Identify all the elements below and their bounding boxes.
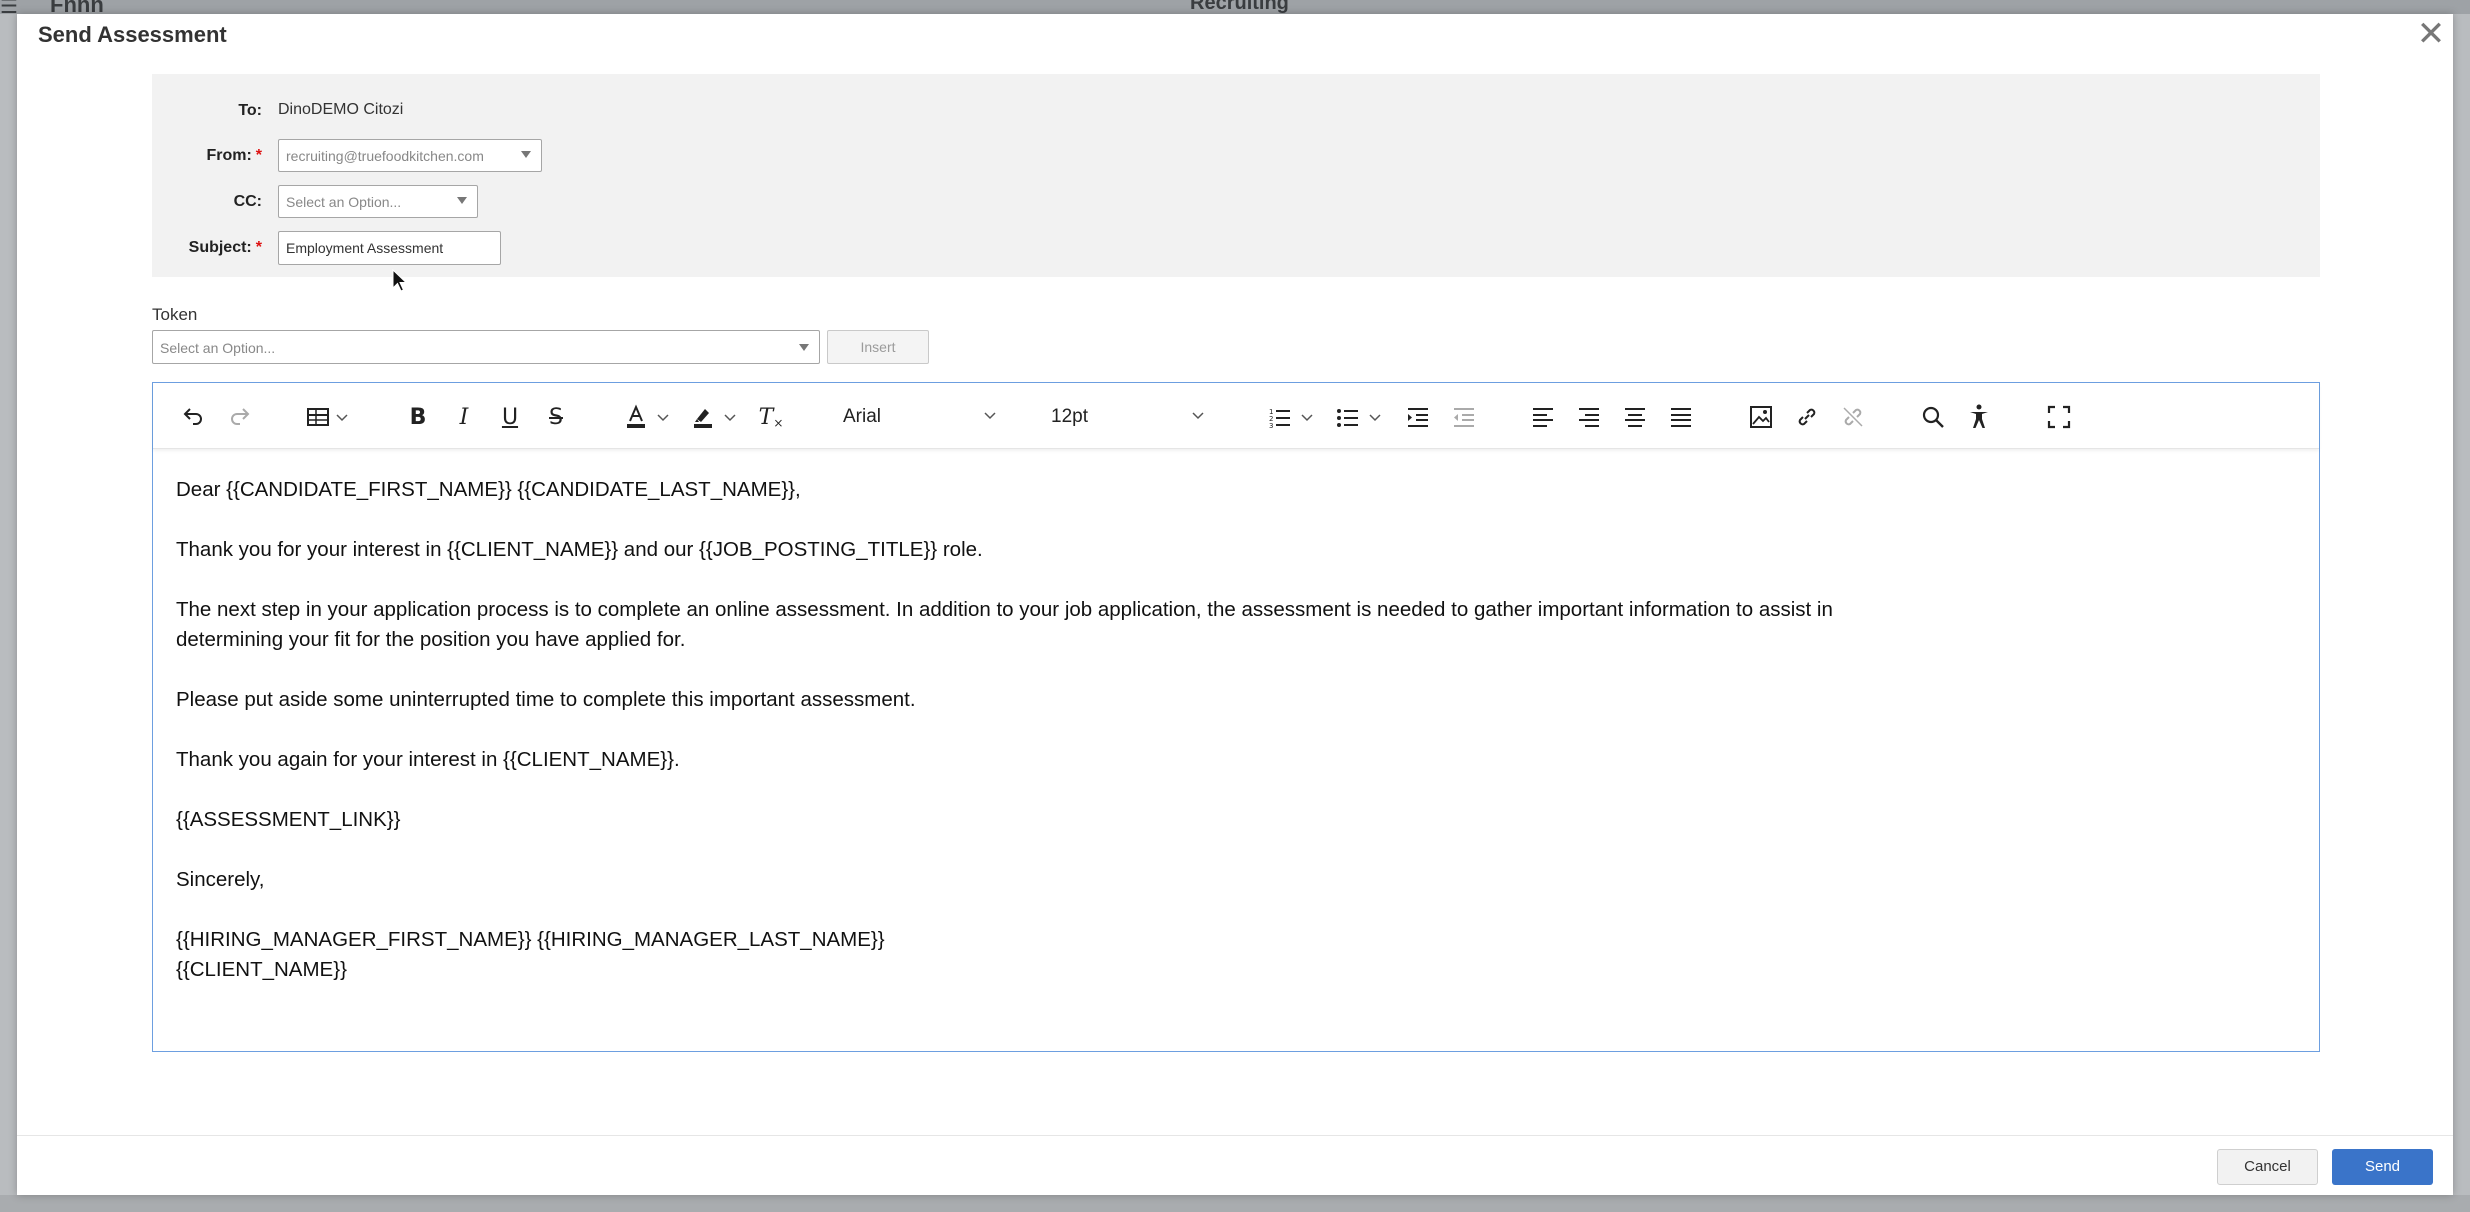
send-button[interactable]: Send — [2332, 1149, 2433, 1185]
align-left-icon[interactable] — [1528, 403, 1558, 431]
cc-row: CC: Select an Option... — [152, 185, 1052, 219]
token-select[interactable]: Select an Option... — [152, 330, 820, 364]
strikethrough-icon[interactable]: S — [541, 403, 571, 431]
accessibility-icon[interactable] — [1964, 403, 1994, 431]
modal-header: Send Assessment ✕ — [17, 14, 2453, 58]
mouse-cursor-icon — [392, 269, 408, 292]
align-center-icon[interactable] — [1620, 403, 1650, 431]
font-family-select[interactable]: Arial — [833, 401, 1003, 433]
backdrop-header: ☰ Fnnn Recruiting — [0, 0, 2470, 18]
caret-down-icon — [457, 197, 467, 204]
image-icon[interactable] — [1746, 403, 1776, 431]
bold-icon[interactable]: B — [403, 403, 433, 431]
time-paragraph: Please put aside some uninterrupted time… — [176, 688, 916, 711]
subject-row: Subject: * — [152, 231, 1052, 265]
cc-label: CC: — [233, 193, 262, 210]
caret-down-icon — [799, 344, 809, 351]
thanks-paragraph: Thank you for your interest in {{CLIENT_… — [176, 538, 983, 561]
backdrop-footer — [0, 1195, 2470, 1212]
align-right-icon[interactable] — [1574, 403, 1604, 431]
chevron-down-icon[interactable] — [335, 411, 349, 425]
cc-select[interactable]: Select an Option... — [278, 185, 478, 218]
font-size-select[interactable]: 12pt — [1041, 401, 1211, 433]
clear-format-icon[interactable]: T × — [756, 403, 786, 431]
close-icon[interactable]: ✕ — [2415, 17, 2447, 51]
highlight-icon[interactable] — [688, 403, 718, 431]
bullet-list-icon[interactable] — [1333, 403, 1363, 431]
font-family-value: Arial — [843, 406, 882, 427]
subject-input[interactable] — [278, 231, 501, 265]
cc-select-placeholder: Select an Option... — [286, 194, 402, 210]
send-assessment-modal: Send Assessment ✕ To: DinoDEMO Citozi Fr… — [17, 14, 2453, 1195]
to-label: To: — [238, 102, 262, 119]
caret-down-icon — [521, 151, 531, 158]
required-marker: * — [255, 239, 262, 256]
token-label: Token — [152, 305, 198, 324]
from-select[interactable]: recruiting@truefoodkitchen.com — [278, 139, 542, 172]
subject-label: Subject: * — [188, 239, 262, 256]
chevron-down-icon — [984, 412, 996, 420]
editor-toolbar: B I U S T × Arial 12pt 1 2 3 — [153, 383, 2319, 449]
signature-client: {{CLIENT_NAME}} — [176, 958, 347, 981]
fullscreen-icon[interactable] — [2044, 403, 2074, 431]
from-label: From: * — [206, 147, 262, 164]
outdent-icon[interactable] — [1449, 403, 1479, 431]
search-icon[interactable] — [1918, 403, 1948, 431]
chevron-down-icon — [1192, 412, 1204, 420]
to-value: DinoDEMO Citozi — [278, 101, 404, 118]
next-step-line-2: determining your fit for the position yo… — [176, 628, 686, 651]
cancel-button[interactable]: Cancel — [2217, 1149, 2318, 1185]
redo-icon[interactable] — [225, 403, 255, 431]
indent-icon[interactable] — [1403, 403, 1433, 431]
footer-divider — [17, 1135, 2453, 1136]
token-select-placeholder: Select an Option... — [160, 340, 276, 356]
numbered-list-icon[interactable]: 123 — [1265, 403, 1295, 431]
required-marker: * — [255, 147, 262, 164]
insert-button[interactable]: Insert — [827, 330, 929, 364]
sign-off: Sincerely, — [176, 868, 265, 891]
modal-title: Send Assessment — [38, 22, 227, 47]
assessment-link-token: {{ASSESSMENT_LINK}} — [176, 808, 401, 831]
from-row: From: * recruiting@truefoodkitchen.com — [152, 139, 1052, 173]
menu-icon: ☰ — [0, 0, 18, 18]
justify-icon[interactable] — [1666, 403, 1696, 431]
thanks-again-paragraph: Thank you again for your interest in {{C… — [176, 748, 680, 771]
unlink-icon[interactable] — [1838, 403, 1868, 431]
table-icon[interactable] — [303, 403, 333, 431]
chevron-down-icon[interactable] — [723, 411, 737, 425]
editor-content[interactable]: Dear {{CANDIDATE_FIRST_NAME}} {{CANDIDAT… — [176, 475, 2276, 985]
next-step-line-1: The next step in your application proces… — [176, 598, 1833, 621]
undo-icon[interactable] — [178, 403, 208, 431]
link-icon[interactable] — [1792, 403, 1822, 431]
greeting-paragraph: Dear {{CANDIDATE_FIRST_NAME}} {{CANDIDAT… — [176, 478, 801, 501]
signature-name: {{HIRING_MANAGER_FIRST_NAME}} {{HIRING_M… — [176, 928, 885, 951]
chevron-down-icon[interactable] — [656, 411, 670, 425]
svg-text:3: 3 — [1269, 422, 1273, 429]
email-header-panel: To: DinoDEMO Citozi From: * recruiting@tr… — [152, 74, 2320, 277]
rich-text-editor: B I U S T × Arial 12pt 1 2 3 Dear {{CAND… — [152, 382, 2320, 1052]
from-select-value: recruiting@truefoodkitchen.com — [286, 148, 484, 164]
italic-icon[interactable]: I — [449, 403, 479, 431]
backdrop-title: Recruiting — [1190, 0, 1289, 14]
chevron-down-icon[interactable] — [1300, 411, 1314, 425]
font-size-value: 12pt — [1051, 406, 1088, 427]
underline-icon[interactable]: U — [495, 403, 525, 431]
to-row: To: DinoDEMO Citozi — [152, 94, 1052, 128]
text-color-icon[interactable] — [621, 403, 651, 431]
chevron-down-icon[interactable] — [1368, 411, 1382, 425]
